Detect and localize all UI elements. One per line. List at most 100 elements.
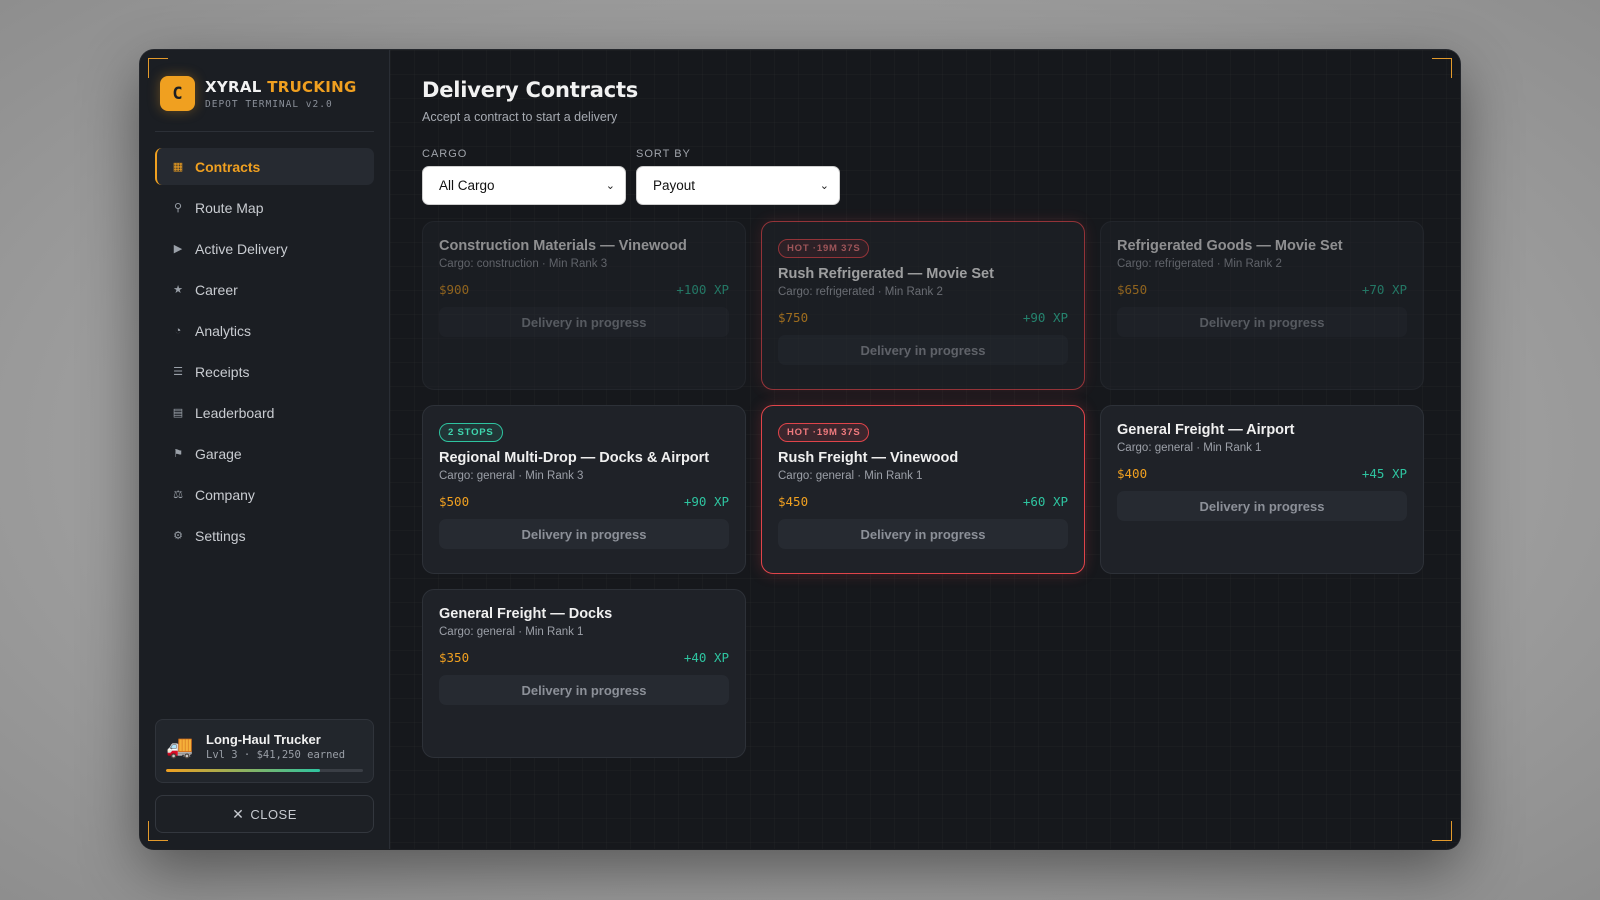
contract-title: Rush Refrigerated — Movie Set [778,266,994,282]
close-icon: ✕ [232,805,245,822]
contract-payout: $500 [439,494,470,509]
contract-status-button[interactable]: Delivery in progress [778,335,1068,365]
profile-name: Long-Haul Trucker [206,732,321,747]
contract-xp: +100 XP [676,282,729,297]
contract-xp: +60 XP [1022,494,1068,509]
sidebar-nav: ▦ Contracts ⚲ Route Map ▶ Active Delivery ★ Car… [155,148,374,554]
contract-xp: +90 XP [1022,310,1068,325]
sidebar-item-label: Garage [195,445,242,462]
contract-rewards: $400 +45 XP [1117,466,1407,481]
contract-payout: $400 [1117,466,1148,481]
sidebar-item-settings[interactable]: ⚙ Settings [155,517,374,554]
sort-select-value: Payout [653,178,696,193]
sort-select[interactable]: Payout ⌄ [636,166,840,205]
filters: CARGO All Cargo ⌄ SORT BY Payout ⌄ [422,148,1428,205]
sidebar-item-route-map[interactable]: ⚲ Route Map [155,189,374,226]
contract-card[interactable]: 2 STOPS Regional Multi-Drop — Docks & Air… [422,405,746,574]
cargo-select-value: All Cargo [439,178,495,193]
contract-card[interactable]: General Freight — Airport Cargo: general … [1100,405,1424,574]
xp-progress-fill [166,769,320,772]
cargo-filter: CARGO All Cargo ⌄ [422,148,626,205]
contract-meta: Cargo: construction · Min Rank 3 [439,258,608,270]
hot-badge: HOT ·19M 37S [778,239,870,258]
hot-badge: HOT ·19M 37S [778,423,870,442]
truck-icon: 🚚 [166,733,194,759]
contract-title: Construction Materials — Vinewood [439,238,687,254]
contract-card[interactable]: Refrigerated Goods — Movie Set Cargo: ref… [1100,221,1424,390]
close-button[interactable]: ✕ CLOSE [155,795,374,833]
sidebar-item-company[interactable]: ⚖ Company [155,476,374,513]
stops-badge: 2 STOPS [439,423,503,442]
contract-card[interactable]: Construction Materials — Vinewood Cargo: … [422,221,746,390]
sidebar-item-label: Active Delivery [195,240,288,257]
sidebar-item-label: Contracts [195,158,261,175]
contract-rewards: $750 +90 XP [778,310,1068,325]
brand-logo: C [160,76,195,111]
company-icon: ⚖ [173,489,183,501]
sidebar-item-label: Leaderboard [195,404,275,421]
contract-xp: +70 XP [1361,282,1407,297]
contract-rewards: $900 +100 XP [439,282,729,297]
contract-status-button[interactable]: Delivery in progress [1117,491,1407,521]
contract-status-button[interactable]: Delivery in progress [439,519,729,549]
contract-status-button[interactable]: Delivery in progress [778,519,1068,549]
app-window: C XYRAL TRUCKING DEPOT TERMINAL v2.0 ▦ Co… [140,50,1460,849]
sidebar-item-label: Route Map [195,199,264,216]
contract-payout: $450 [778,494,809,509]
page-title: Delivery Contracts [422,78,639,102]
contract-payout: $750 [778,310,809,325]
cargo-filter-label: CARGO [422,148,468,160]
contract-meta: Cargo: general · Min Rank 1 [1117,442,1262,454]
contract-rewards: $650 +70 XP [1117,282,1407,297]
page-subtitle: Accept a contract to start a delivery [422,110,618,124]
contract-card[interactable]: HOT ·19M 37S Rush Freight — Vinewood Cargo… [761,405,1085,574]
gear-icon: ⚙ [173,530,183,542]
contract-rewards: $500 +90 XP [439,494,729,509]
sidebar-item-garage[interactable]: ⚑ Garage [155,435,374,472]
contracts-icon: ▦ [172,161,184,173]
sidebar-item-label: Receipts [195,363,250,380]
sidebar-item-active-delivery[interactable]: ▶ Active Delivery [155,230,374,267]
cargo-select[interactable]: All Cargo ⌄ [422,166,626,205]
contract-xp: +90 XP [683,494,729,509]
chevron-down-icon: ⌄ [605,180,615,192]
sidebar-item-contracts[interactable]: ▦ Contracts [155,148,374,185]
contract-payout: $350 [439,650,470,665]
sidebar-item-analytics[interactable]: ◔ Analytics [155,312,374,349]
contract-xp: +45 XP [1361,466,1407,481]
sort-filter: SORT BY Payout ⌄ [636,148,840,205]
close-button-label: CLOSE [250,806,297,822]
brand-subtitle: DEPOT TERMINAL v2.0 [205,98,333,110]
sidebar-item-label: Career [195,281,238,298]
contract-title: General Freight — Docks [439,606,613,622]
leaderboard-icon: ▤ [172,407,184,419]
contract-meta: Cargo: refrigerated · Min Rank 2 [1117,258,1282,270]
corner-decoration [148,821,168,841]
sidebar-item-label: Analytics [195,322,252,339]
flag-icon: ⚑ [173,448,183,460]
contract-title: Refrigerated Goods — Movie Set [1117,238,1343,254]
contract-status-button[interactable]: Delivery in progress [439,307,729,337]
profile-stats: Lvl 3 · $41,250 earned [206,749,346,761]
sidebar-item-leaderboard[interactable]: ▤ Leaderboard [155,394,374,431]
contract-meta: Cargo: general · Min Rank 1 [439,626,584,638]
brand-name: XYRAL TRUCKING [205,77,357,96]
contract-title: Regional Multi-Drop — Docks & Airport [439,450,710,466]
chevron-down-icon: ⌄ [819,180,829,192]
contract-rewards: $350 +40 XP [439,650,729,665]
contract-card[interactable]: General Freight — Docks Cargo: general · … [422,589,746,758]
receipt-icon: ☰ [173,366,183,378]
corner-decoration [1432,58,1452,78]
profile-card: 🚚 Long-Haul Trucker Lvl 3 · $41,250 earn… [155,719,374,783]
sidebar-item-career[interactable]: ★ Career [155,271,374,308]
play-icon: ▶ [173,243,183,255]
sidebar-item-label: Company [195,486,255,503]
gauge-icon: ◔ [174,324,182,337]
contract-status-button[interactable]: Delivery in progress [439,675,729,705]
contract-rewards: $450 +60 XP [778,494,1068,509]
sidebar: C XYRAL TRUCKING DEPOT TERMINAL v2.0 ▦ Co… [140,50,390,849]
contract-title: Rush Freight — Vinewood [778,450,959,466]
contract-status-button[interactable]: Delivery in progress [1117,307,1407,337]
contract-card[interactable]: HOT ·19M 37S Rush Refrigerated — Movie Se… [761,221,1085,390]
sidebar-item-receipts[interactable]: ☰ Receipts [155,353,374,390]
